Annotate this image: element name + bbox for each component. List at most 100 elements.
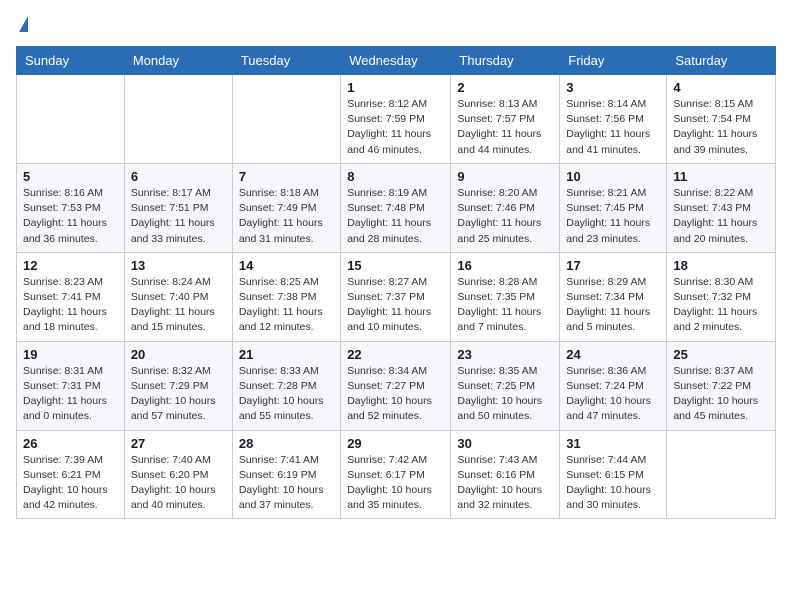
day-info: Sunrise: 8:37 AM Sunset: 7:22 PM Dayligh… — [673, 364, 769, 425]
calendar-week-1: 1 Sunrise: 8:12 AM Sunset: 7:59 PM Daylig… — [17, 75, 776, 164]
day-number: 2 — [457, 80, 553, 95]
day-info: Sunrise: 8:17 AM Sunset: 7:51 PM Dayligh… — [131, 186, 226, 247]
day-number: 4 — [673, 80, 769, 95]
calendar-cell: 31 Sunrise: 7:44 AM Sunset: 6:15 PM Dayli… — [560, 430, 667, 519]
calendar-cell: 13 Sunrise: 8:24 AM Sunset: 7:40 PM Dayli… — [124, 252, 232, 341]
day-number: 6 — [131, 169, 226, 184]
calendar-cell: 2 Sunrise: 8:13 AM Sunset: 7:57 PM Daylig… — [451, 75, 560, 164]
day-info: Sunrise: 7:42 AM Sunset: 6:17 PM Dayligh… — [347, 453, 444, 514]
calendar-cell: 22 Sunrise: 8:34 AM Sunset: 7:27 PM Dayli… — [341, 341, 451, 430]
day-number: 27 — [131, 436, 226, 451]
calendar-cell: 11 Sunrise: 8:22 AM Sunset: 7:43 PM Dayli… — [667, 163, 776, 252]
calendar-cell: 1 Sunrise: 8:12 AM Sunset: 7:59 PM Daylig… — [341, 75, 451, 164]
day-number: 5 — [23, 169, 118, 184]
calendar-cell — [232, 75, 340, 164]
calendar-cell: 12 Sunrise: 8:23 AM Sunset: 7:41 PM Dayli… — [17, 252, 125, 341]
day-info: Sunrise: 8:29 AM Sunset: 7:34 PM Dayligh… — [566, 275, 660, 336]
day-number: 26 — [23, 436, 118, 451]
calendar-cell: 20Sunrise: 8:32 AM Sunset: 7:29 PM Dayli… — [124, 341, 232, 430]
calendar-cell — [17, 75, 125, 164]
day-number: 13 — [131, 258, 226, 273]
calendar-cell: 16Sunrise: 8:28 AM Sunset: 7:35 PM Dayli… — [451, 252, 560, 341]
day-number: 17 — [566, 258, 660, 273]
day-number: 12 — [23, 258, 118, 273]
calendar-cell — [667, 430, 776, 519]
day-info: Sunrise: 8:20 AM Sunset: 7:46 PM Dayligh… — [457, 186, 553, 247]
day-info: Sunrise: 8:14 AM Sunset: 7:56 PM Dayligh… — [566, 97, 660, 158]
calendar-cell: 29 Sunrise: 7:42 AM Sunset: 6:17 PM Dayli… — [341, 430, 451, 519]
logo — [16, 16, 28, 34]
calendar-cell: 9 Sunrise: 8:20 AM Sunset: 7:46 PM Daylig… — [451, 163, 560, 252]
day-info: Sunrise: 8:35 AM Sunset: 7:25 PM Dayligh… — [457, 364, 553, 425]
calendar-cell: 28 Sunrise: 7:41 AM Sunset: 6:19 PM Dayli… — [232, 430, 340, 519]
day-number: 9 — [457, 169, 553, 184]
calendar-cell — [124, 75, 232, 164]
day-info: Sunrise: 8:18 AM Sunset: 7:49 PM Dayligh… — [239, 186, 334, 247]
calendar-cell: 21 Sunrise: 8:33 AM Sunset: 7:28 PM Dayli… — [232, 341, 340, 430]
day-number: 30 — [457, 436, 553, 451]
calendar-cell: 6 Sunrise: 8:17 AM Sunset: 7:51 PM Daylig… — [124, 163, 232, 252]
day-info: Sunrise: 8:25 AM Sunset: 7:38 PM Dayligh… — [239, 275, 334, 336]
weekday-header-tuesday: Tuesday — [232, 47, 340, 75]
day-info: Sunrise: 8:28 AM Sunset: 7:35 PM Dayligh… — [457, 275, 553, 336]
day-number: 11 — [673, 169, 769, 184]
day-number: 21 — [239, 347, 334, 362]
calendar-cell: 23 Sunrise: 8:35 AM Sunset: 7:25 PM Dayli… — [451, 341, 560, 430]
calendar-cell: 27 Sunrise: 7:40 AM Sunset: 6:20 PM Dayli… — [124, 430, 232, 519]
calendar-cell: 19 Sunrise: 8:31 AM Sunset: 7:31 PM Dayli… — [17, 341, 125, 430]
weekday-header-saturday: Saturday — [667, 47, 776, 75]
day-number: 14 — [239, 258, 334, 273]
weekday-header-monday: Monday — [124, 47, 232, 75]
day-number: 20 — [131, 347, 226, 362]
calendar-cell: 24Sunrise: 8:36 AM Sunset: 7:24 PM Dayli… — [560, 341, 667, 430]
day-number: 22 — [347, 347, 444, 362]
day-info: Sunrise: 8:22 AM Sunset: 7:43 PM Dayligh… — [673, 186, 769, 247]
day-info: Sunrise: 8:24 AM Sunset: 7:40 PM Dayligh… — [131, 275, 226, 336]
day-info: Sunrise: 8:33 AM Sunset: 7:28 PM Dayligh… — [239, 364, 334, 425]
calendar-header-row: SundayMondayTuesdayWednesdayThursdayFrid… — [17, 47, 776, 75]
day-info: Sunrise: 7:43 AM Sunset: 6:16 PM Dayligh… — [457, 453, 553, 514]
day-info: Sunrise: 8:13 AM Sunset: 7:57 PM Dayligh… — [457, 97, 553, 158]
day-number: 10 — [566, 169, 660, 184]
calendar-cell: 25Sunrise: 8:37 AM Sunset: 7:22 PM Dayli… — [667, 341, 776, 430]
calendar-cell: 7 Sunrise: 8:18 AM Sunset: 7:49 PM Daylig… — [232, 163, 340, 252]
weekday-header-thursday: Thursday — [451, 47, 560, 75]
calendar-table: SundayMondayTuesdayWednesdayThursdayFrid… — [16, 46, 776, 519]
day-info: Sunrise: 8:31 AM Sunset: 7:31 PM Dayligh… — [23, 364, 118, 425]
day-number: 24 — [566, 347, 660, 362]
calendar-cell: 30 Sunrise: 7:43 AM Sunset: 6:16 PM Dayli… — [451, 430, 560, 519]
day-number: 23 — [457, 347, 553, 362]
day-info: Sunrise: 8:21 AM Sunset: 7:45 PM Dayligh… — [566, 186, 660, 247]
day-number: 31 — [566, 436, 660, 451]
calendar-cell: 10 Sunrise: 8:21 AM Sunset: 7:45 PM Dayli… — [560, 163, 667, 252]
day-info: Sunrise: 8:16 AM Sunset: 7:53 PM Dayligh… — [23, 186, 118, 247]
day-info: Sunrise: 8:30 AM Sunset: 7:32 PM Dayligh… — [673, 275, 769, 336]
calendar-cell: 18 Sunrise: 8:30 AM Sunset: 7:32 PM Dayli… — [667, 252, 776, 341]
day-info: Sunrise: 7:44 AM Sunset: 6:15 PM Dayligh… — [566, 453, 660, 514]
day-number: 19 — [23, 347, 118, 362]
day-info: Sunrise: 8:34 AM Sunset: 7:27 PM Dayligh… — [347, 364, 444, 425]
day-number: 1 — [347, 80, 444, 95]
calendar-week-2: 5 Sunrise: 8:16 AM Sunset: 7:53 PM Daylig… — [17, 163, 776, 252]
day-info: Sunrise: 8:19 AM Sunset: 7:48 PM Dayligh… — [347, 186, 444, 247]
weekday-header-sunday: Sunday — [17, 47, 125, 75]
calendar-cell: 15Sunrise: 8:27 AM Sunset: 7:37 PM Dayli… — [341, 252, 451, 341]
day-info: Sunrise: 7:40 AM Sunset: 6:20 PM Dayligh… — [131, 453, 226, 514]
day-number: 7 — [239, 169, 334, 184]
day-info: Sunrise: 7:41 AM Sunset: 6:19 PM Dayligh… — [239, 453, 334, 514]
page-header — [16, 16, 776, 34]
day-number: 18 — [673, 258, 769, 273]
calendar-cell: 4 Sunrise: 8:15 AM Sunset: 7:54 PM Daylig… — [667, 75, 776, 164]
day-info: Sunrise: 8:12 AM Sunset: 7:59 PM Dayligh… — [347, 97, 444, 158]
calendar-body: 1 Sunrise: 8:12 AM Sunset: 7:59 PM Daylig… — [17, 75, 776, 519]
day-info: Sunrise: 7:39 AM Sunset: 6:21 PM Dayligh… — [23, 453, 118, 514]
day-info: Sunrise: 8:27 AM Sunset: 7:37 PM Dayligh… — [347, 275, 444, 336]
calendar-cell: 26 Sunrise: 7:39 AM Sunset: 6:21 PM Dayli… — [17, 430, 125, 519]
day-number: 28 — [239, 436, 334, 451]
calendar-cell: 14 Sunrise: 8:25 AM Sunset: 7:38 PM Dayli… — [232, 252, 340, 341]
calendar-cell: 17 Sunrise: 8:29 AM Sunset: 7:34 PM Dayli… — [560, 252, 667, 341]
day-info: Sunrise: 8:23 AM Sunset: 7:41 PM Dayligh… — [23, 275, 118, 336]
day-info: Sunrise: 8:15 AM Sunset: 7:54 PM Dayligh… — [673, 97, 769, 158]
day-number: 29 — [347, 436, 444, 451]
weekday-header-friday: Friday — [560, 47, 667, 75]
